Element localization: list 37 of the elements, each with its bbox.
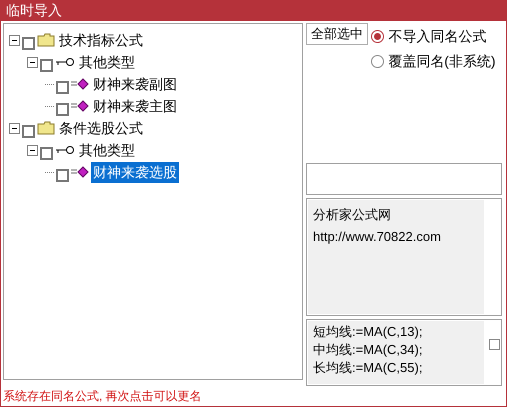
- tree-item[interactable]: 条件选股公式: [57, 118, 145, 138]
- expander[interactable]: [9, 34, 20, 46]
- expander[interactable]: [27, 144, 38, 156]
- description-line: 分析家公式网: [313, 206, 392, 224]
- radio-option[interactable]: 不导入同名公式: [371, 26, 496, 48]
- radio-option[interactable]: 覆盖同名(非系统): [371, 50, 496, 72]
- folder-icon: [37, 121, 55, 135]
- code-line: 长均线:=MA(C,55);: [313, 358, 424, 376]
- tree-item[interactable]: 其他类型: [77, 52, 137, 72]
- tree-item[interactable]: 财神来袭主图: [91, 96, 179, 116]
- checkbox[interactable]: [489, 338, 500, 350]
- checkbox[interactable]: [56, 80, 69, 94]
- key-icon: [55, 57, 75, 67]
- diamond-icon: [71, 166, 89, 178]
- checkbox[interactable]: [22, 124, 35, 138]
- diamond-icon: [71, 100, 89, 112]
- window-title: 临时导入: [1, 0, 506, 21]
- tree-item[interactable]: 财神来袭选股: [91, 162, 179, 182]
- code-line: 短均线:=MA(C,13);: [313, 322, 424, 340]
- expander[interactable]: [9, 122, 20, 134]
- checkbox[interactable]: [22, 36, 35, 50]
- select-all-button[interactable]: 全部选中: [306, 23, 368, 45]
- checkbox[interactable]: [56, 168, 69, 182]
- checkbox[interactable]: [40, 58, 53, 72]
- checkbox[interactable]: [40, 146, 53, 160]
- key-icon: [55, 145, 75, 155]
- text-field[interactable]: [306, 162, 502, 194]
- diamond-icon: [71, 78, 89, 90]
- status-message: 系统存在同名公式, 再次点击可以更名: [2, 388, 203, 405]
- code-line: 中均线:=MA(C,34);: [313, 340, 424, 358]
- tree-item[interactable]: 其他类型: [77, 140, 137, 160]
- tree-item[interactable]: 技术指标公式: [57, 30, 145, 50]
- expander[interactable]: [27, 56, 38, 68]
- checkbox[interactable]: [56, 102, 69, 116]
- folder-icon: [37, 33, 55, 47]
- description-line: http://www.70822.com: [313, 228, 442, 246]
- tree-item[interactable]: 财神来袭副图: [91, 74, 179, 94]
